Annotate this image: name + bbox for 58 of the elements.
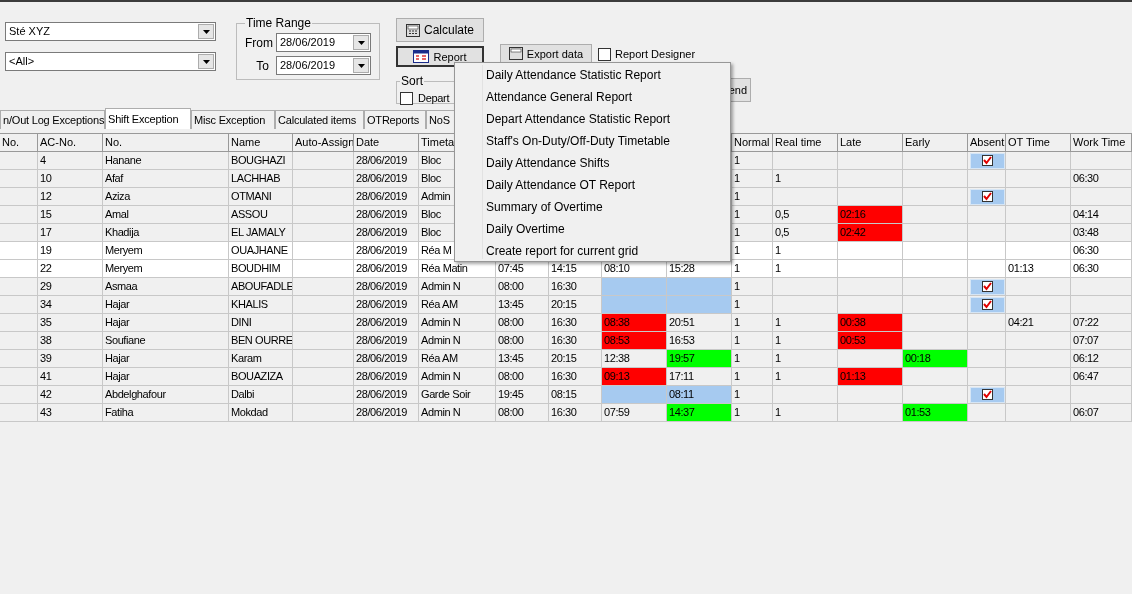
table-cell: 00:53 <box>838 332 903 350</box>
to-label: To <box>255 57 270 75</box>
table-cell: 19:57 <box>667 350 732 368</box>
table-cell: 08:11 <box>667 386 732 404</box>
table-cell: BOUDHIM <box>229 260 293 278</box>
checkbox-label: Depart <box>418 91 450 106</box>
column-header: Real time <box>773 134 838 152</box>
table-cell: 16:30 <box>549 404 602 422</box>
column-header: OT Time <box>1006 134 1071 152</box>
column-header: Name <box>229 134 293 152</box>
table-cell: 08:00 <box>496 404 549 422</box>
table-cell: 28/06/2019 <box>354 260 419 278</box>
table-cell: 1 <box>732 404 773 422</box>
table-cell: 08:38 <box>602 314 667 332</box>
column-header: Auto-Assign <box>293 134 354 152</box>
table-cell: Fatiha <box>103 404 229 422</box>
table-cell: 28/06/2019 <box>354 242 419 260</box>
table-cell: 06:30 <box>1071 242 1132 260</box>
table-cell: 1 <box>732 260 773 278</box>
table-cell: 00:38 <box>838 314 903 332</box>
table-cell: OUAJHANE <box>229 242 293 260</box>
group-title: Time Range <box>245 15 312 32</box>
table-cell: Meryem <box>103 242 229 260</box>
column-header: No. <box>0 134 38 152</box>
table-cell: Admin N <box>419 404 496 422</box>
table-cell: 08:53 <box>602 332 667 350</box>
table-cell: Mokdad <box>229 404 293 422</box>
table-cell: 01:53 <box>903 404 968 422</box>
column-header: Normal <box>732 134 773 152</box>
column-header: No. <box>103 134 229 152</box>
table-cell: 02:42 <box>838 224 903 242</box>
group-title: Sort <box>400 73 424 90</box>
checkbox-label: Report Designer <box>615 48 696 60</box>
column-header: AC-No. <box>38 134 103 152</box>
table-cell: 02:16 <box>838 206 903 224</box>
table-cell: 01:13 <box>1006 260 1071 278</box>
table-cell: 1 <box>732 242 773 260</box>
table-cell: 1 <box>773 404 838 422</box>
table-cell: 00:18 <box>903 350 968 368</box>
table-cell: Réa Matin <box>419 260 496 278</box>
table-cell: 28/06/2019 <box>354 404 419 422</box>
table-cell: 22 <box>38 260 103 278</box>
table-cell: 01:13 <box>838 368 903 386</box>
table-cell: 09:13 <box>602 368 667 386</box>
table-cell: 1 <box>773 260 838 278</box>
column-header: Early <box>903 134 968 152</box>
table-cell: 43 <box>38 404 103 422</box>
table-cell: 06:07 <box>1071 404 1132 422</box>
table-cell: 1 <box>773 242 838 260</box>
column-header: Late <box>838 134 903 152</box>
column-header: Date <box>354 134 419 152</box>
table-cell: 06:30 <box>1071 260 1132 278</box>
table-cell: 14:37 <box>667 404 732 422</box>
table-cell: Meryem <box>103 260 229 278</box>
column-header: Work Time <box>1071 134 1132 152</box>
table-cell: 19 <box>38 242 103 260</box>
from-label: From <box>245 34 272 52</box>
column-header: Absent <box>968 134 1006 152</box>
